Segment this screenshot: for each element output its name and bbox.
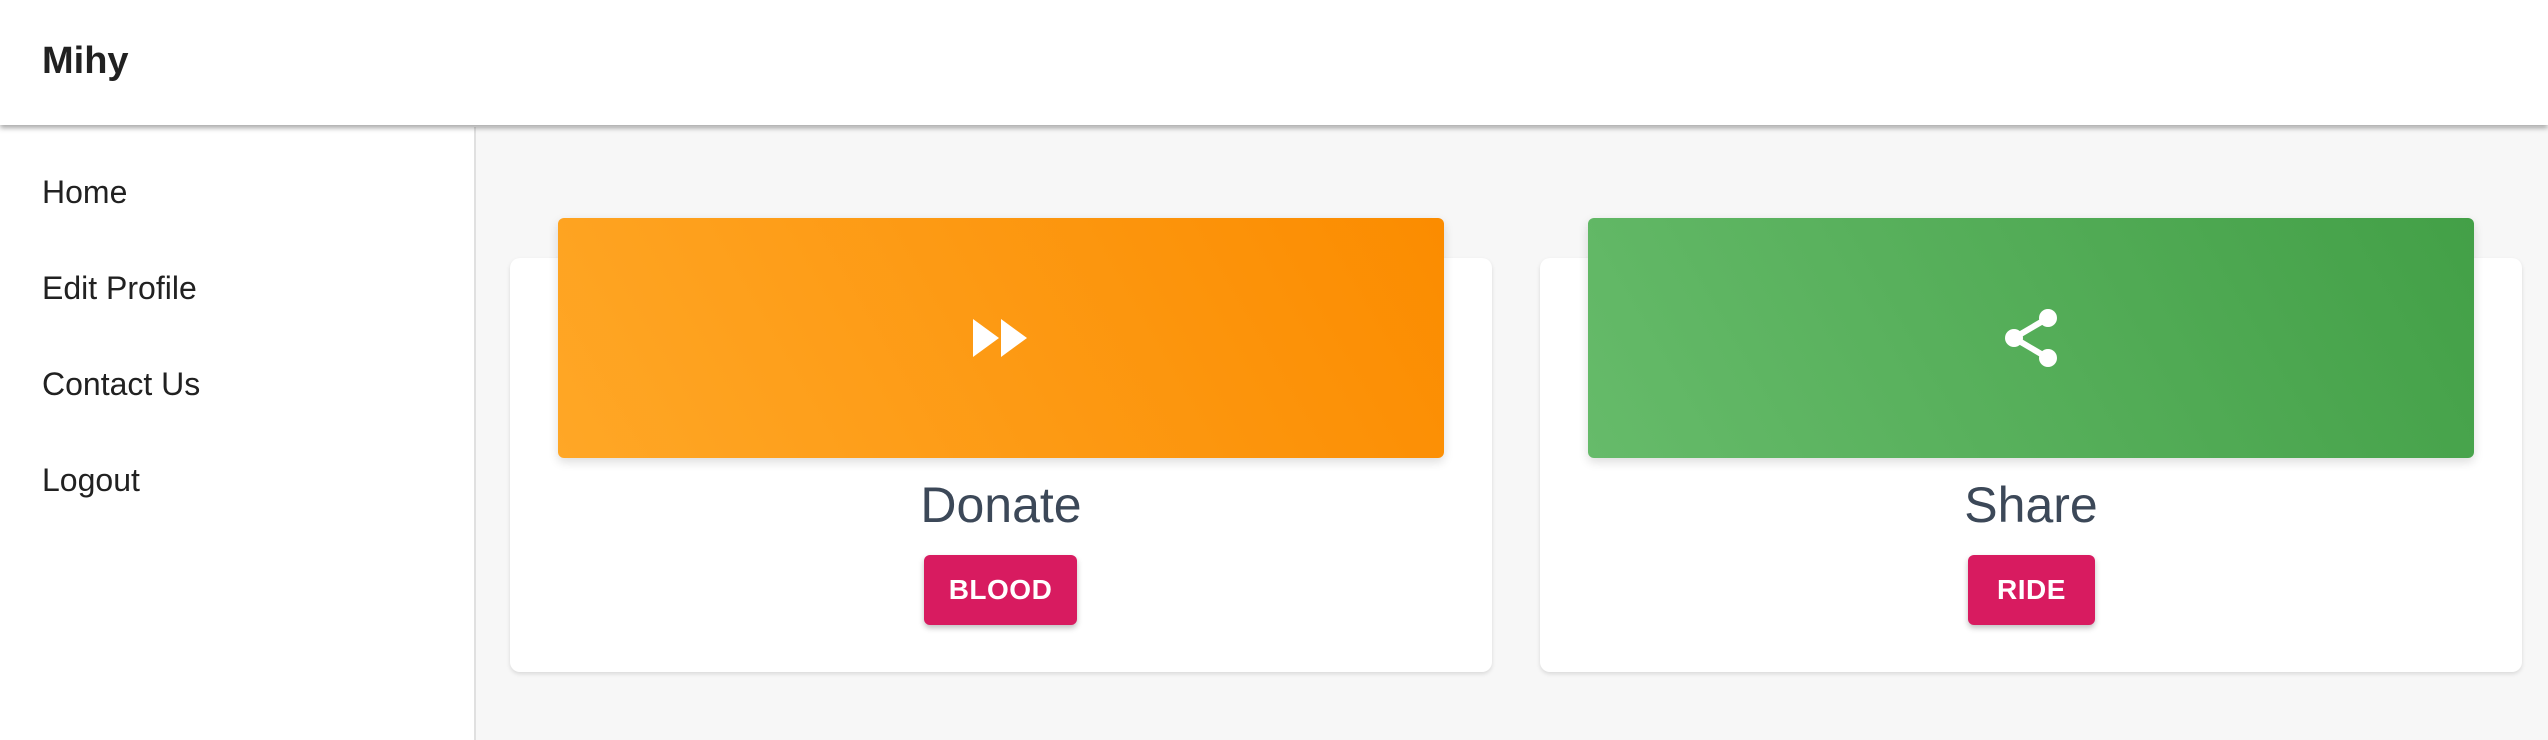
share-card-header bbox=[1588, 218, 2474, 458]
ride-button[interactable]: RIDE bbox=[1968, 555, 2095, 625]
app-title: Mihy bbox=[42, 40, 129, 82]
share-icon bbox=[2002, 307, 2060, 369]
blood-button[interactable]: BLOOD bbox=[924, 555, 1077, 625]
sidebar-item-edit-profile[interactable]: Edit Profile bbox=[42, 268, 197, 308]
donate-card-title: Donate bbox=[920, 477, 1082, 533]
fast-forward-icon bbox=[973, 319, 1029, 357]
sidebar-item-home[interactable]: Home bbox=[42, 172, 127, 212]
donate-card: Donate BLOOD bbox=[510, 218, 1492, 672]
share-card-title: Share bbox=[1964, 477, 2098, 533]
main-content: Donate BLOOD Share RIDE bbox=[476, 127, 2548, 740]
app-bar: Mihy bbox=[0, 0, 2548, 125]
sidebar-item-contact-us[interactable]: Contact Us bbox=[42, 364, 200, 404]
sidebar: Home Edit Profile Contact Us Logout bbox=[0, 127, 476, 740]
donate-card-header bbox=[558, 218, 1444, 458]
sidebar-item-logout[interactable]: Logout bbox=[42, 460, 140, 500]
share-card: Share RIDE bbox=[1540, 218, 2522, 672]
